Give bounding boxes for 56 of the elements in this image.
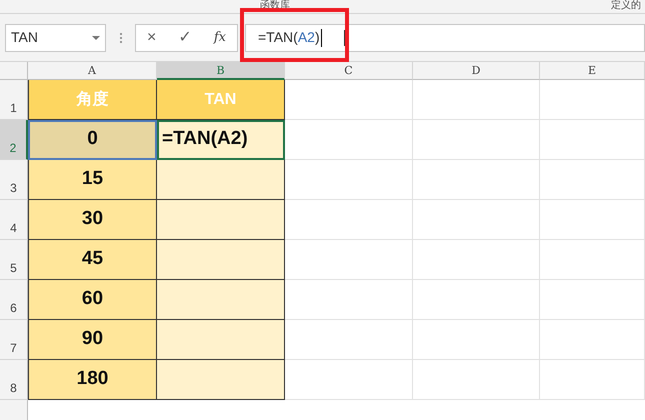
empty-cell[interactable]: [413, 360, 540, 400]
empty-cell[interactable]: [413, 240, 540, 280]
table-cell[interactable]: [157, 280, 285, 320]
empty-cell[interactable]: [540, 360, 645, 400]
empty-cell[interactable]: [540, 80, 645, 120]
table-cell[interactable]: 180: [28, 360, 157, 400]
empty-cell[interactable]: [413, 80, 540, 120]
table-cell[interactable]: [157, 240, 285, 280]
insert-function-button[interactable]: fx: [210, 28, 230, 48]
row-header[interactable]: 5: [0, 240, 28, 280]
column-header[interactable]: E: [540, 62, 645, 80]
table-cell[interactable]: 45: [28, 240, 157, 280]
empty-cell[interactable]: [413, 200, 540, 240]
row-header[interactable]: 8: [0, 360, 28, 400]
table-cell[interactable]: 90: [28, 320, 157, 360]
drag-handle-icon[interactable]: [120, 32, 123, 42]
row-header[interactable]: 7: [0, 320, 28, 360]
name-box[interactable]: TAN: [5, 24, 106, 52]
column-header[interactable]: D: [413, 62, 540, 80]
table-cell[interactable]: 0: [28, 120, 157, 160]
column-header[interactable]: B: [157, 62, 285, 80]
empty-cell[interactable]: [540, 240, 645, 280]
formula-input[interactable]: =TAN(A2): [245, 24, 645, 52]
table-cell[interactable]: 30: [28, 200, 157, 240]
table-cell[interactable]: [157, 320, 285, 360]
empty-cell[interactable]: [540, 160, 645, 200]
empty-cell[interactable]: [413, 280, 540, 320]
ibeam-cursor-icon: [344, 30, 348, 46]
empty-cell[interactable]: [540, 280, 645, 320]
name-box-text: TAN: [11, 28, 38, 47]
empty-cell[interactable]: [413, 160, 540, 200]
table-cell[interactable]: 15: [28, 160, 157, 200]
table-cell[interactable]: =TAN(A2): [157, 120, 285, 160]
row-header: [0, 400, 28, 420]
column-header[interactable]: C: [285, 62, 413, 80]
enter-button[interactable]: ✓: [174, 28, 196, 48]
row-header[interactable]: 1: [0, 80, 28, 120]
formula-text: =TAN(A2): [258, 28, 320, 47]
empty-cell[interactable]: [540, 320, 645, 360]
cancel-button[interactable]: ×: [143, 28, 160, 48]
row-header[interactable]: 4: [0, 200, 28, 240]
empty-cell[interactable]: [540, 120, 645, 160]
dropdown-caret-icon[interactable]: [92, 36, 100, 40]
text-cursor-icon: [320, 28, 322, 46]
empty-cell[interactable]: [413, 120, 540, 160]
table-cell[interactable]: 60: [28, 280, 157, 320]
empty-cell[interactable]: [540, 200, 645, 240]
table-cell[interactable]: [157, 360, 285, 400]
select-all-corner[interactable]: [0, 62, 28, 80]
table-cell[interactable]: [157, 160, 285, 200]
row-header[interactable]: 6: [0, 280, 28, 320]
empty-cell[interactable]: [413, 320, 540, 360]
table-cell[interactable]: [157, 200, 285, 240]
row-header[interactable]: 3: [0, 160, 28, 200]
row-header[interactable]: 2: [0, 120, 28, 160]
column-header[interactable]: A: [28, 62, 157, 80]
